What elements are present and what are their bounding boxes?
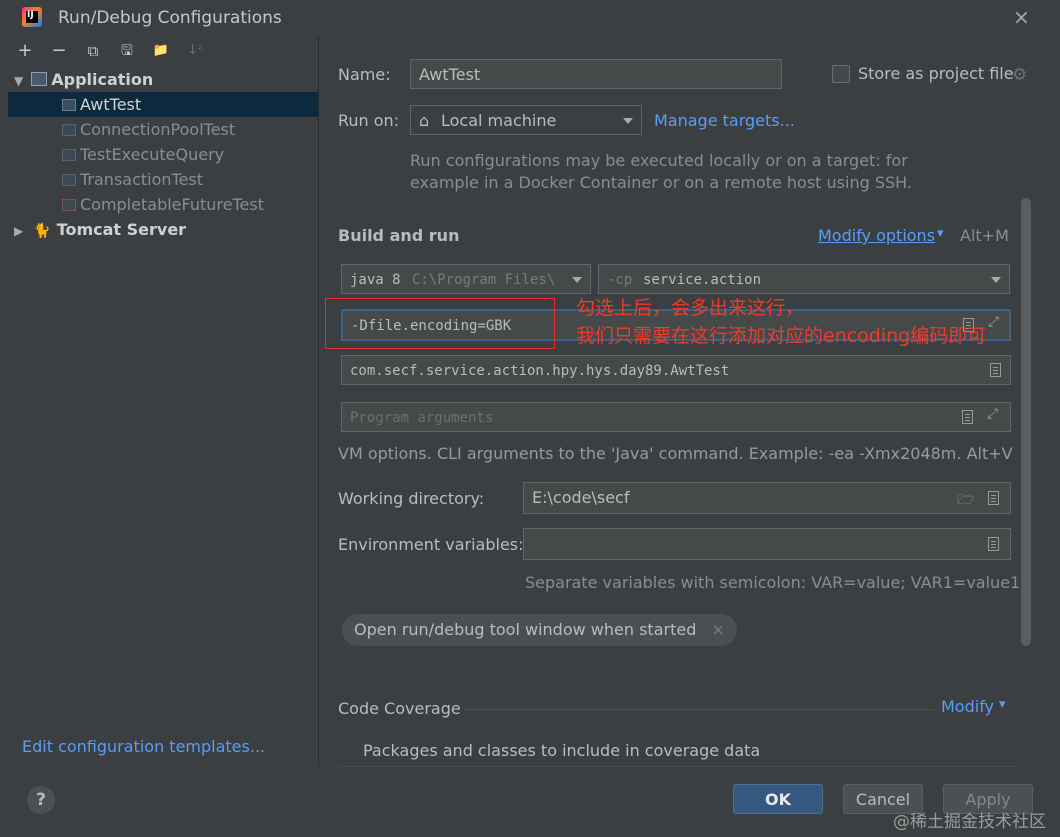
annotation-line1: 勾选上后，会多出来这行， <box>576 297 805 319</box>
tree-group-label: Tomcat Server <box>56 220 187 239</box>
cp-value: service.action <box>643 272 762 288</box>
vm-options-hint: VM options. CLI arguments to the 'Java' … <box>338 444 1013 463</box>
folder-icon[interactable]: 🗁 <box>957 489 974 513</box>
tomcat-icon: 🐈 <box>33 223 51 239</box>
tree-item-label: AwtTest <box>80 95 142 114</box>
remove-chip-icon[interactable]: × <box>711 620 724 639</box>
cp-flag: -cp <box>607 272 633 288</box>
watermark: @稀土掘金技术社区 <box>893 812 1046 832</box>
document-icon[interactable] <box>988 537 999 551</box>
tree-item-transactiontest[interactable]: TransactionTest <box>62 167 203 192</box>
open-tool-window-label: Open run/debug tool window when started <box>354 620 697 639</box>
annotation-box <box>325 298 555 349</box>
tree-item-label: TestExecuteQuery <box>80 145 225 164</box>
config-icon <box>62 149 76 161</box>
environment-variables-label: Environment variables: <box>338 535 524 554</box>
program-arguments-placeholder: Program arguments <box>350 410 494 426</box>
tree-group-application[interactable]: ▼ Application <box>14 67 153 92</box>
tree-group-label: Application <box>51 70 154 89</box>
remove-icon[interactable]: − <box>48 40 70 62</box>
store-project-label: Store as project file <box>858 64 1014 83</box>
expand-icon[interactable]: ⤢ <box>987 406 998 422</box>
tree-item-connectionpooltest[interactable]: ConnectionPoolTest <box>62 117 235 142</box>
modify-coverage-link[interactable]: Modify <box>941 697 994 716</box>
config-icon <box>62 124 76 136</box>
working-directory-field[interactable]: E:\code\secf 🗁 <box>523 482 1011 514</box>
jre-dropdown[interactable]: java 8 C:\Program Files\ <box>341 264 591 294</box>
section-divider <box>464 709 934 710</box>
open-tool-window-chip[interactable]: Open run/debug tool window when started … <box>342 614 737 646</box>
chevron-down-icon: ▾ <box>999 697 1006 712</box>
document-icon[interactable] <box>962 410 973 424</box>
vertical-scrollbar[interactable] <box>1021 198 1031 646</box>
window-title: Run/Debug Configurations <box>58 8 282 28</box>
chevron-down-icon <box>991 277 1001 283</box>
chevron-down-icon <box>572 277 582 283</box>
run-on-label: Run on: <box>338 111 400 130</box>
working-directory-value: E:\code\secf <box>532 488 630 507</box>
classpath-dropdown[interactable]: -cp service.action <box>598 264 1010 294</box>
environment-variables-field[interactable] <box>523 528 1011 560</box>
tree-item-testexecutequery[interactable]: TestExecuteQuery <box>62 142 224 167</box>
manage-targets-link[interactable]: Manage targets... <box>654 111 795 130</box>
application-icon <box>31 72 48 86</box>
packages-hint: Packages and classes to include in cover… <box>363 741 761 760</box>
tree-item-completablefuturetest[interactable]: CompletableFutureTest <box>62 192 264 217</box>
add-icon[interactable]: + <box>14 40 36 62</box>
annotation-line2: 我们只需要在这行添加对应的encoding编码即可 <box>576 325 987 347</box>
document-icon[interactable] <box>988 491 999 505</box>
config-icon <box>62 174 76 186</box>
tree-item-label: CompletableFutureTest <box>80 195 264 214</box>
chevron-down-icon: ▼ <box>14 74 24 88</box>
run-on-hint-line1: Run configurations may be executed local… <box>410 151 908 170</box>
working-directory-label: Working directory: <box>338 489 485 508</box>
tree-item-label: ConnectionPoolTest <box>80 120 236 139</box>
tree-item-awttest[interactable]: AwtTest <box>62 92 141 117</box>
name-field[interactable]: AwtTest <box>410 59 782 89</box>
run-on-hint-line2: example in a Docker Container or on a re… <box>410 173 912 192</box>
save-icon[interactable]: 🖫 <box>116 40 138 62</box>
name-label: Name: <box>338 65 391 84</box>
document-icon[interactable] <box>990 363 1001 377</box>
run-on-dropdown[interactable]: ⌂ Local machine <box>410 105 642 135</box>
main-class-value: com.secf.service.action.hpy.hys.day89.Aw… <box>350 363 730 379</box>
edit-templates-link[interactable]: Edit configuration templates... <box>22 737 265 756</box>
intellij-icon: IJ <box>22 7 42 27</box>
bottom-divider <box>338 766 1016 767</box>
jre-name: java 8 <box>350 272 401 288</box>
expand-icon[interactable]: ⤢ <box>988 314 999 330</box>
chevron-right-icon: ▶ <box>14 224 24 238</box>
home-icon: ⌂ <box>419 111 430 130</box>
tree-selection-highlight <box>8 92 318 117</box>
help-button[interactable]: ? <box>27 786 55 814</box>
name-value: AwtTest <box>419 65 481 84</box>
config-icon <box>62 99 76 111</box>
config-error-icon <box>62 199 76 211</box>
modify-options-shortcut: Alt+M <box>960 226 1009 245</box>
splitter[interactable] <box>318 36 319 766</box>
environment-variables-hint: Separate variables with semicolon: VAR=v… <box>525 573 1021 592</box>
close-icon[interactable]: × <box>1013 5 1030 29</box>
chevron-down-icon <box>623 118 633 124</box>
ok-button[interactable]: OK <box>733 784 823 814</box>
build-and-run-heading: Build and run <box>338 226 460 245</box>
chevron-down-icon: ▾ <box>937 226 944 241</box>
tree-item-label: TransactionTest <box>80 170 204 189</box>
folder-icon[interactable]: 📁 <box>150 40 172 62</box>
store-project-checkbox[interactable] <box>832 65 850 83</box>
jre-path: C:\Program Files\ <box>412 272 556 288</box>
code-coverage-heading: Code Coverage <box>338 699 461 718</box>
sort-icon[interactable]: ↓ᶻ <box>184 40 206 62</box>
copy-icon[interactable]: ⧉ <box>82 40 104 62</box>
program-arguments-field[interactable]: Program arguments ⤢ <box>341 402 1011 432</box>
tree-group-tomcat[interactable]: ▶ 🐈 Tomcat Server <box>14 217 186 242</box>
main-class-field[interactable]: com.secf.service.action.hpy.hys.day89.Aw… <box>341 355 1011 385</box>
gear-icon[interactable]: ⚙ <box>1012 65 1027 85</box>
run-on-value: Local machine <box>441 111 557 130</box>
tree-toolbar: + − ⧉ 🖫 📁 ↓ᶻ <box>8 40 308 64</box>
modify-options-link[interactable]: Modify options <box>818 226 935 245</box>
